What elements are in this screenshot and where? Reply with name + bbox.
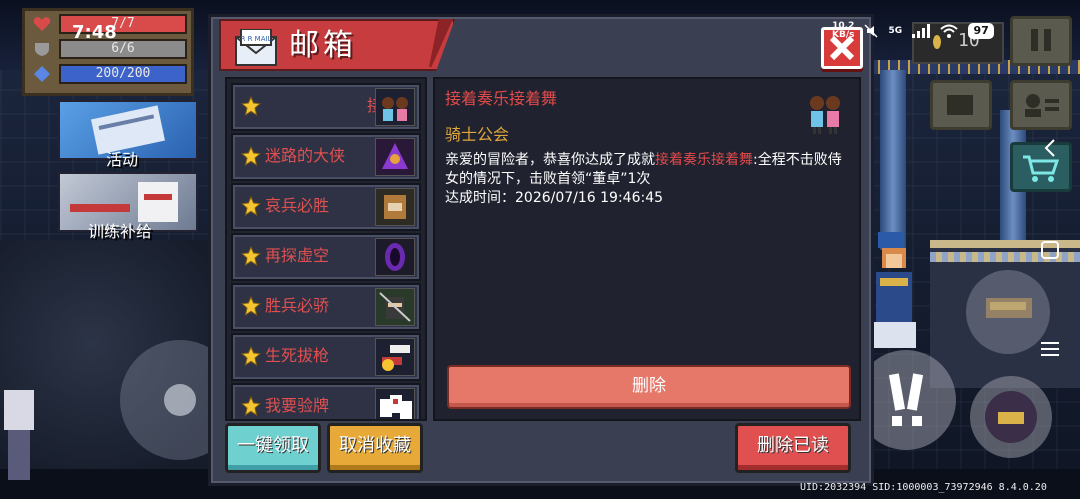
mail-icon-text: R R MAIL (241, 35, 272, 43)
nav-menu-icon[interactable] (1040, 340, 1060, 362)
list-item[interactable]: 胜兵必骄 (231, 283, 421, 331)
pause-icon (1031, 29, 1051, 51)
shop-button[interactable] (1010, 142, 1072, 192)
ninja-icon (375, 288, 415, 326)
list-item[interactable]: 生死拔枪 (231, 333, 421, 381)
backpack-button[interactable] (930, 80, 992, 130)
pistol-icon (375, 338, 415, 376)
profile-card-icon (1025, 94, 1059, 117)
achievement-name: 接着奏乐接着舞 (655, 152, 753, 168)
star-icon (241, 96, 261, 116)
signal-icon (912, 24, 931, 38)
mail-title: 接着奏乐接着舞 (445, 89, 558, 108)
mail-envelope-icon: R R MAIL (235, 29, 277, 66)
energy-gem-icon (34, 66, 50, 82)
backpack-icon (947, 95, 973, 115)
heart-icon (33, 17, 51, 31)
armor-value: 6/6 (111, 41, 135, 56)
mute-icon (864, 24, 879, 38)
star-icon (241, 196, 261, 216)
star-icon (241, 346, 261, 366)
mail-item-name: 迷路的大侠 (265, 146, 346, 165)
mail-item-name: 生死拔枪 (265, 346, 330, 365)
void-portal-icon (375, 238, 415, 276)
mail-list[interactable]: 接 迷路的大侠 哀兵必胜 再探虚空 胜兵必骄 生死拔枪 我要验牌 (225, 77, 427, 421)
list-item[interactable]: 哀兵必胜 (231, 183, 421, 231)
weapon-icon (985, 391, 1037, 443)
pause-button[interactable] (1010, 16, 1072, 66)
mail-sender: 骑士公会 (445, 125, 510, 144)
list-item[interactable]: 迷路的大侠 (231, 133, 421, 181)
mail-item-name: 胜兵必骄 (265, 296, 330, 315)
mail-detail-panel: 接着奏乐接着舞 骑士公会 亲爱的冒险者，恭喜你达成了成就接着奏乐接着舞:全程不击… (433, 77, 861, 421)
battery-level: 97 (968, 23, 995, 39)
joystick-knob[interactable] (164, 384, 196, 416)
shopping-cart-icon (1023, 155, 1060, 182)
energy-bar: 200/200 (59, 64, 187, 84)
weapon-swap-button[interactable] (966, 270, 1050, 354)
delete-button[interactable]: 删除 (447, 365, 851, 409)
hooded-wizard-icon (375, 138, 415, 176)
dancers-icon (810, 96, 840, 134)
dialog-title: 邮箱 (289, 28, 357, 63)
list-item[interactable]: 接 (231, 83, 421, 131)
dancers-icon (375, 88, 415, 126)
build-info: UID:2032394 SID:1000003_73972946 8.4.0.2… (800, 482, 1047, 493)
shield-icon (35, 43, 49, 56)
star-icon (241, 246, 261, 266)
brown-bear-icon (375, 188, 415, 226)
star-icon (241, 396, 261, 416)
list-item[interactable]: 我要验牌 (231, 383, 421, 419)
delete-read-button[interactable]: 删除已读 (735, 423, 851, 473)
system-status-area: 10.2 KB/s 5G 97 (832, 22, 995, 40)
title-banner: R R MAIL 邮箱 (219, 19, 455, 71)
network-type: 5G (888, 26, 903, 36)
attack-button[interactable] (970, 376, 1052, 458)
training-supply-label: 训练补给 (88, 222, 153, 241)
cards-icon (375, 388, 415, 419)
pillar (880, 70, 906, 250)
npc-sprite-icon (4, 390, 34, 480)
activity-label: 活动 (106, 150, 139, 169)
star-icon (241, 296, 261, 316)
mail-body: 亲爱的冒险者，恭喜你达成了成就接着奏乐接着舞:全程不击败侍女的情况下，击败首领“… (445, 151, 849, 208)
mailbox-dialog: R R MAIL 邮箱 接 迷路的大侠 哀兵必胜 再探虚空 胜兵必骄 生死拔枪 … (208, 14, 874, 486)
list-item[interactable]: 再探虚空 (231, 233, 421, 281)
wifi-icon (940, 24, 958, 38)
star-icon (241, 146, 261, 166)
nav-back-icon[interactable] (1042, 138, 1058, 162)
net-speed-unit: KB/s (832, 30, 855, 40)
profile-button[interactable] (1010, 80, 1072, 130)
mail-item-name: 再探虚空 (265, 246, 330, 265)
unfavorite-button[interactable]: 取消收藏 (327, 423, 423, 473)
network-speed: 10.2 KB/s (832, 22, 854, 40)
mail-item-name: 我要验牌 (265, 396, 330, 415)
body-text: 亲爱的冒险者，恭喜你达成了成就 (445, 152, 655, 168)
energy-value: 200/200 (95, 66, 151, 81)
nav-home-icon[interactable] (1040, 240, 1060, 264)
energy-row: 200/200 (33, 64, 187, 84)
mail-item-name: 哀兵必胜 (265, 196, 330, 215)
achieved-time: 达成时间：2026/07/16 19:46:45 (445, 190, 664, 206)
clock: 7:48 (72, 22, 117, 43)
claim-all-button[interactable]: 一键领取 (225, 423, 321, 473)
